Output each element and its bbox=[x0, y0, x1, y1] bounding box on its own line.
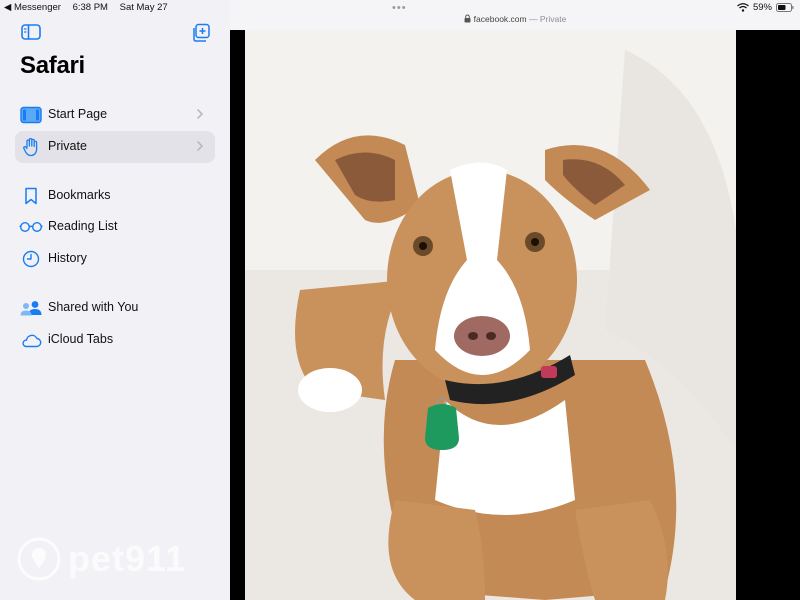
sidebar-item-reading-list[interactable]: Reading List bbox=[15, 211, 215, 243]
battery-icon bbox=[776, 3, 794, 12]
watermark-logo-icon bbox=[17, 537, 61, 581]
sidebar-item-start-page[interactable]: Start Page bbox=[15, 99, 215, 131]
sidebar-item-label: Bookmarks bbox=[48, 188, 111, 202]
sidebar-item-history[interactable]: History bbox=[15, 243, 215, 275]
status-bar-right: 59% bbox=[737, 2, 794, 13]
sidebar-item-label: Start Page bbox=[48, 107, 108, 121]
status-date: Sat May 27 bbox=[119, 2, 168, 13]
bookmark-icon bbox=[18, 184, 44, 208]
status-time: 6:38 PM bbox=[72, 2, 108, 13]
battery-percentage: 59% bbox=[752, 2, 772, 13]
wifi-icon bbox=[737, 3, 749, 12]
start-page-icon bbox=[18, 103, 44, 127]
sidebar-item-private[interactable]: Private bbox=[15, 131, 215, 163]
sidebar-title: Safari bbox=[20, 52, 85, 79]
watermark-text: pet911 bbox=[68, 538, 187, 579]
sidebar-item-shared-with-you[interactable]: Shared with You bbox=[15, 292, 215, 324]
status-bar-left: ◀ Messenger 6:38 PM Sat May 27 bbox=[4, 2, 177, 13]
glasses-icon bbox=[18, 215, 44, 239]
address-bar[interactable]: facebook.com — Private bbox=[230, 14, 800, 24]
sidebar-item-label: Reading List bbox=[48, 219, 118, 233]
hand-icon bbox=[18, 135, 44, 159]
sidebar-item-label: iCloud Tabs bbox=[48, 332, 114, 346]
cloud-icon bbox=[18, 328, 44, 352]
shared-with-you-icon bbox=[18, 296, 44, 320]
sidebar-item-icloud-tabs[interactable]: iCloud Tabs bbox=[15, 324, 215, 356]
dog-photo[interactable] bbox=[245, 30, 736, 600]
browser-toolbar: ••• facebook.com — Private 59% bbox=[230, 0, 800, 30]
sidebar-item-label: History bbox=[48, 251, 87, 265]
sidebar: ◀ Messenger 6:38 PM Sat May 27 Safari St… bbox=[0, 0, 230, 600]
url-separator: — bbox=[528, 14, 538, 24]
url-domain: facebook.com bbox=[473, 14, 527, 24]
lock-icon bbox=[464, 14, 471, 23]
tab-overview-icon[interactable] bbox=[191, 23, 211, 43]
sidebar-item-label: Shared with You bbox=[48, 300, 139, 314]
sidebar-item-label: Private bbox=[48, 139, 87, 153]
watermark: pet911 bbox=[16, 536, 186, 582]
back-to-app-link[interactable]: ◀ Messenger bbox=[4, 2, 61, 13]
web-content bbox=[230, 30, 800, 600]
multitasking-dots-icon[interactable]: ••• bbox=[392, 2, 407, 14]
browsing-mode-label: Private bbox=[539, 14, 567, 24]
sidebar-item-bookmarks[interactable]: Bookmarks bbox=[15, 180, 215, 212]
chevron-right-icon bbox=[197, 109, 203, 119]
chevron-right-icon bbox=[197, 141, 203, 151]
clock-icon bbox=[18, 247, 44, 271]
sidebar-toggle-icon[interactable] bbox=[21, 24, 41, 40]
